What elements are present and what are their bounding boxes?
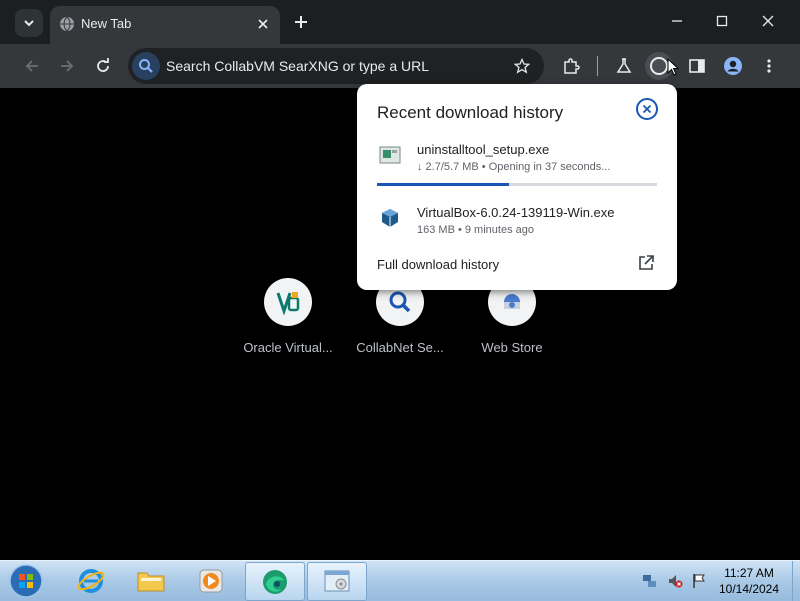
- tab-new-tab[interactable]: New Tab: [50, 6, 280, 44]
- flask-icon: [616, 58, 632, 73]
- close-icon: [258, 19, 268, 29]
- full-download-history-link[interactable]: Full download history: [377, 257, 499, 272]
- avatar-icon: [724, 57, 742, 75]
- maximize-icon: [716, 15, 728, 27]
- download-item-status: ↓ 2.7/5.7 MB • Opening in 37 seconds...: [417, 161, 611, 173]
- open-in-new-icon[interactable]: [637, 254, 655, 272]
- back-button[interactable]: [18, 52, 46, 80]
- globe-icon: [60, 16, 74, 32]
- extensions-button[interactable]: [557, 52, 585, 80]
- taskbar-media-player[interactable]: [182, 562, 240, 599]
- reload-icon: [97, 58, 109, 72]
- arrow-right-icon: [61, 60, 74, 72]
- virtualbox-icon: [382, 209, 398, 227]
- minimize-icon: [672, 20, 682, 22]
- internet-explorer-icon: [77, 568, 105, 593]
- shortcut-label: Oracle Virtual...: [243, 340, 333, 355]
- search-icon: [389, 291, 411, 313]
- flag-icon: [693, 574, 705, 588]
- shortcut-label: CollabNet Se...: [356, 340, 444, 355]
- tab-search-button[interactable]: [15, 9, 43, 37]
- download-bubble-close-button[interactable]: [636, 98, 658, 120]
- shortcut-oracle-virtualbox[interactable]: Oracle Virtual...: [233, 278, 343, 355]
- new-tab-button[interactable]: [289, 10, 313, 34]
- taskbar: 11:27 AM 10/14/2024: [0, 560, 800, 601]
- reload-button[interactable]: [89, 52, 117, 80]
- download-item-filename: uninstalltool_setup.exe: [417, 142, 550, 157]
- tab-close-button[interactable]: [254, 15, 272, 33]
- forward-button[interactable]: [53, 52, 81, 80]
- minimize-button[interactable]: [663, 8, 691, 34]
- toolbar-separator: [597, 56, 598, 76]
- tray-network-icon[interactable]: [641, 572, 659, 590]
- close-icon: [762, 15, 774, 27]
- bookmark-star-button[interactable]: [512, 56, 532, 76]
- side-panel-button[interactable]: [683, 52, 711, 80]
- installer-window-icon: [324, 570, 350, 591]
- more-vert-icon: [767, 59, 771, 73]
- mouse-cursor-icon: [667, 58, 679, 76]
- maximize-button[interactable]: [708, 8, 736, 34]
- clock-time: 11:27 AM: [724, 566, 774, 580]
- media-player-icon: [199, 569, 223, 592]
- browser-titlebar: New Tab: [0, 0, 800, 44]
- download-progress-icon: [650, 57, 668, 75]
- close-icon: [642, 104, 652, 114]
- download-item[interactable]: VirtualBox-6.0.24-139119-Win.exe 163 MB …: [377, 205, 667, 239]
- tab-title: New Tab: [81, 16, 132, 31]
- start-button[interactable]: [4, 562, 48, 600]
- shortcut-icon-circle: [264, 278, 312, 326]
- network-icon: [643, 575, 656, 587]
- menu-button[interactable]: [755, 52, 783, 80]
- labs-button[interactable]: [610, 52, 638, 80]
- taskbar-installer[interactable]: [307, 562, 367, 601]
- download-item[interactable]: uninstalltool_setup.exe ↓ 2.7/5.7 MB • O…: [377, 142, 667, 176]
- taskbar-internet-explorer[interactable]: [62, 562, 120, 599]
- volume-muted-icon: [669, 575, 683, 588]
- download-progress-bar: [377, 183, 657, 186]
- download-item-status: 163 MB • 9 minutes ago: [417, 224, 534, 236]
- taskbar-file-explorer[interactable]: [122, 562, 180, 599]
- address-bar-placeholder: Search CollabVM SearXNG or type a URL: [166, 58, 429, 74]
- virtualbox-icon: [276, 292, 300, 315]
- plus-icon: [295, 16, 307, 28]
- download-item-filename: VirtualBox-6.0.24-139119-Win.exe: [417, 205, 615, 220]
- tray-volume-icon[interactable]: [666, 572, 684, 590]
- browser-toolbar: Search CollabVM SearXNG or type a URL: [0, 44, 800, 88]
- web-store-icon: [504, 294, 520, 309]
- clock-date: 10/14/2024: [718, 582, 780, 596]
- installer-file-icon: [379, 146, 401, 164]
- search-icon: [139, 59, 153, 73]
- search-engine-icon: [132, 52, 160, 80]
- shortcut-label: Web Store: [481, 340, 543, 355]
- side-panel-icon: [689, 59, 705, 73]
- tray-action-center-icon[interactable]: [690, 572, 708, 590]
- download-bubble: Recent download history uninstalltool_se…: [357, 84, 677, 290]
- chevron-down-icon: [24, 20, 34, 27]
- taskbar-edge-browser[interactable]: [245, 562, 305, 601]
- taskbar-clock[interactable]: 11:27 AM 10/14/2024: [714, 565, 784, 597]
- address-bar[interactable]: Search CollabVM SearXNG or type a URL: [128, 48, 544, 84]
- folder-icon: [137, 572, 165, 591]
- star-icon: [514, 58, 530, 74]
- windows-orb-icon: [9, 564, 43, 598]
- close-window-button[interactable]: [754, 8, 782, 34]
- puzzle-icon: [564, 58, 580, 74]
- download-progress-fill: [377, 183, 509, 186]
- arrow-left-icon: [25, 60, 38, 72]
- download-bubble-title: Recent download history: [377, 103, 564, 122]
- show-desktop-button[interactable]: [792, 561, 800, 601]
- browser-icon: [263, 569, 287, 594]
- profile-button[interactable]: [719, 52, 747, 80]
